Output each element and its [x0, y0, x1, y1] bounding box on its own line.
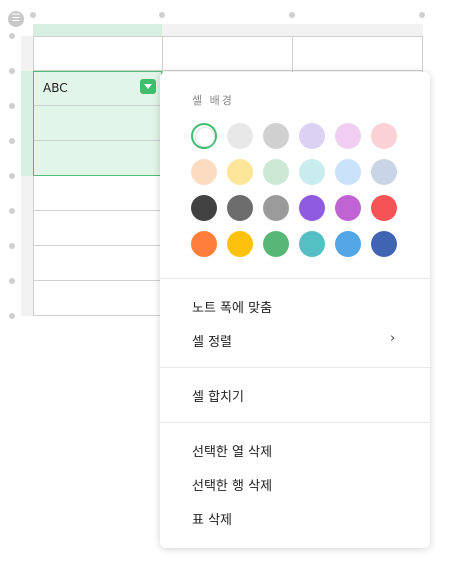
color-swatch[interactable] [263, 123, 289, 149]
color-swatch[interactable] [335, 231, 361, 257]
row-handle-dot[interactable] [9, 243, 15, 249]
column-selection-highlight [33, 24, 162, 36]
table-handle-button[interactable]: ☰ [8, 11, 24, 27]
row-handle-dot[interactable] [9, 68, 15, 74]
row-selection-highlight [21, 71, 33, 176]
color-swatch[interactable] [299, 195, 325, 221]
color-swatch[interactable] [371, 123, 397, 149]
table-cell[interactable] [293, 36, 423, 71]
color-swatch-selected[interactable] [191, 123, 217, 149]
table-cell-selected[interactable] [33, 141, 163, 176]
row-handle-dot[interactable] [9, 173, 15, 179]
color-swatch[interactable] [227, 195, 253, 221]
column-handle-dot[interactable] [159, 12, 165, 18]
table-cell[interactable] [33, 281, 163, 316]
color-swatch[interactable] [227, 123, 253, 149]
color-swatch[interactable] [263, 195, 289, 221]
color-swatch[interactable] [299, 159, 325, 185]
merge-cells-item[interactable]: 셀 합치기 [192, 386, 244, 405]
row-handle-dot[interactable] [9, 33, 15, 39]
color-swatch[interactable] [191, 231, 217, 257]
color-swatch[interactable] [335, 195, 361, 221]
menu-divider [160, 278, 430, 279]
row-handle-dot[interactable] [9, 278, 15, 284]
menu-divider [160, 367, 430, 368]
table-cell[interactable] [33, 211, 163, 246]
column-handle-dot[interactable] [30, 12, 36, 18]
delete-row-item[interactable]: 선택한 행 삭제 [192, 475, 272, 494]
color-swatch[interactable] [371, 231, 397, 257]
table-cell[interactable] [163, 36, 293, 71]
delete-table-item[interactable]: 표 삭제 [192, 509, 232, 528]
color-swatch[interactable] [191, 195, 217, 221]
table-cell[interactable] [33, 246, 163, 281]
color-swatch[interactable] [299, 123, 325, 149]
column-handle-dot[interactable] [289, 12, 295, 18]
row-handle-dot[interactable] [9, 103, 15, 109]
menu-divider [160, 422, 430, 423]
row-handle-dot[interactable] [9, 138, 15, 144]
row-header-bar[interactable] [21, 36, 33, 316]
column-header-bar[interactable] [33, 24, 423, 36]
cell-menu-dropdown-icon[interactable] [140, 79, 156, 94]
color-swatch[interactable] [263, 231, 289, 257]
row-handle-dot[interactable] [9, 208, 15, 214]
color-swatch[interactable] [299, 231, 325, 257]
color-swatch[interactable] [371, 195, 397, 221]
color-swatch[interactable] [227, 159, 253, 185]
fit-note-width-item[interactable]: 노트 폭에 맞춤 [192, 297, 272, 316]
color-swatch[interactable] [227, 231, 253, 257]
cell-context-menu: 셀 배경 노트 폭에 맞춤 셀 정렬 › 셀 합치기 선택한 열 삭제 선택한 … [160, 72, 430, 548]
cell-align-item[interactable]: 셀 정렬 [192, 331, 232, 350]
table-handle-icon: ☰ [11, 13, 21, 24]
cell-text: ABC [43, 81, 68, 95]
color-swatch[interactable] [335, 123, 361, 149]
column-handle-dot[interactable] [419, 12, 425, 18]
color-swatch[interactable] [191, 159, 217, 185]
color-swatch[interactable] [335, 159, 361, 185]
table-cell[interactable] [33, 36, 163, 71]
table-cell-selected[interactable] [33, 106, 163, 141]
table-cell[interactable] [33, 176, 163, 211]
delete-column-item[interactable]: 선택한 열 삭제 [192, 441, 272, 460]
row-handle-dot[interactable] [9, 313, 15, 319]
color-swatch[interactable] [263, 159, 289, 185]
chevron-right-icon: › [390, 331, 396, 346]
color-swatch[interactable] [371, 159, 397, 185]
cell-background-title: 셀 배경 [192, 94, 234, 107]
